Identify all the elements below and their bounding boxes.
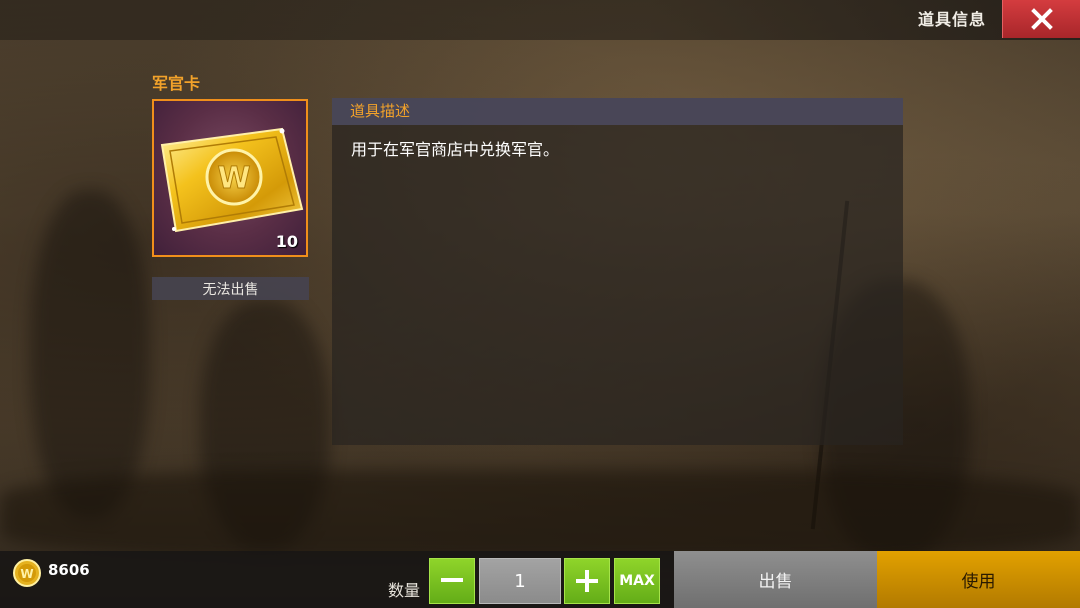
item-count: 10 [275,232,298,251]
svg-text:W: W [217,161,250,196]
close-button[interactable] [1002,0,1080,38]
max-quantity-button[interactable]: MAX [614,558,660,604]
background-silhouette [30,190,150,520]
quantity-label: 数量 [388,581,421,600]
use-button[interactable]: 使用 [877,551,1080,608]
description-header: 道具描述 [332,98,903,125]
background-ground [0,470,1080,560]
description-panel: 道具描述 用于在军官商店中兑换军官。 [332,98,903,445]
decrease-quantity-button[interactable] [429,558,475,604]
sell-button[interactable]: 出售 [674,551,877,608]
quantity-input[interactable] [479,558,561,604]
minus-icon [441,578,463,582]
sell-status-label: 无法出售 [152,277,309,300]
page-title: 道具信息 [917,10,986,29]
item-name: 军官卡 [152,74,201,93]
close-icon [1030,8,1053,30]
item-icon-frame: W 10 [152,99,308,257]
gold-coin-icon: W [13,559,41,587]
plus-icon [576,570,598,592]
gold-amount: 8606 [48,561,90,579]
svg-text:W: W [20,567,33,581]
description-text: 用于在军官商店中兑换军官。 [351,140,560,159]
increase-quantity-button[interactable] [564,558,610,604]
